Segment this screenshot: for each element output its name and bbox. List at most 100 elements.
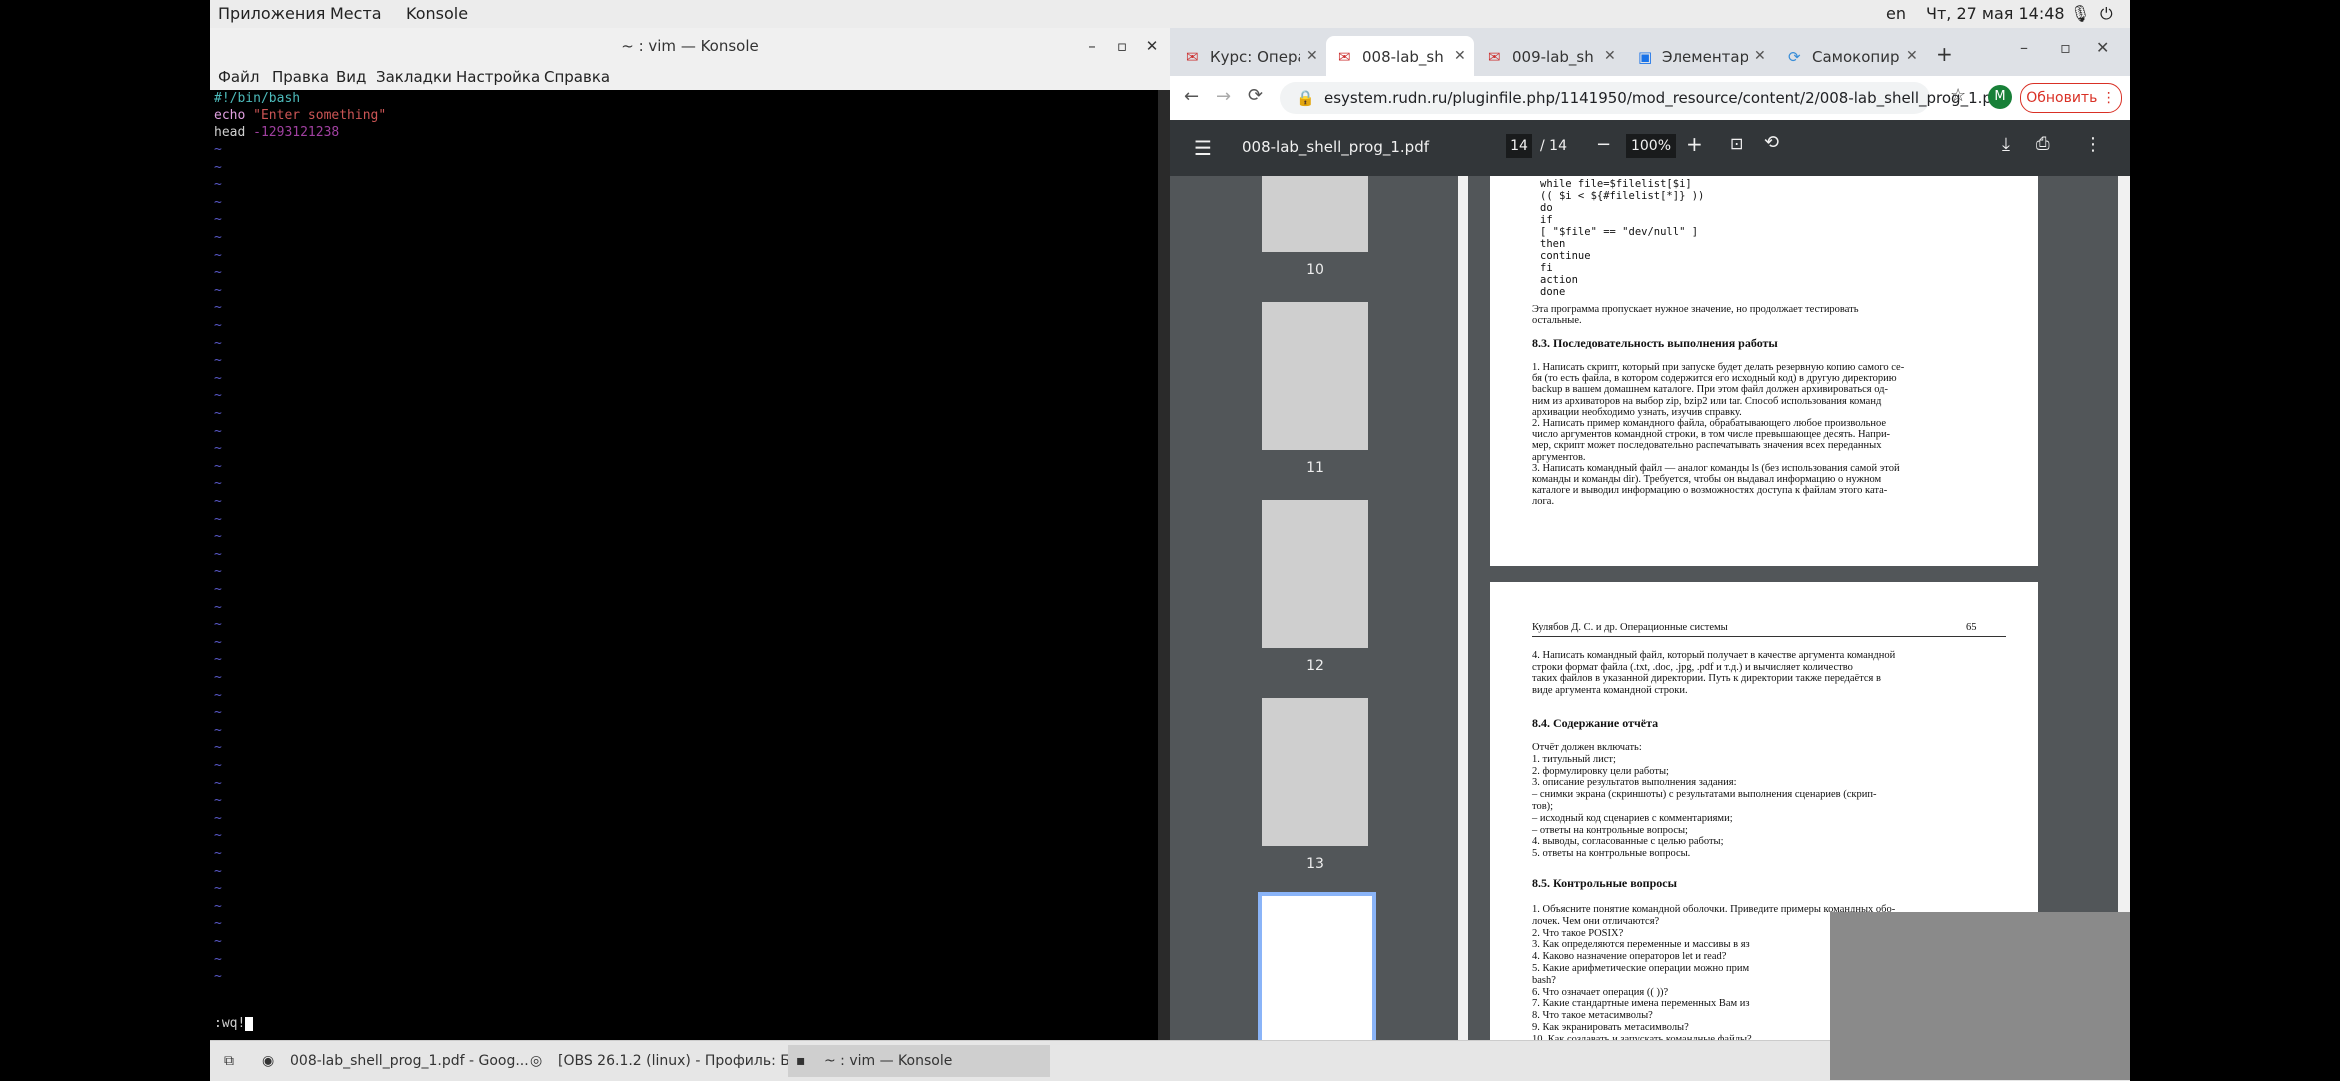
menu-edit[interactable]: Правка: [272, 68, 329, 86]
tilde-marker: ~: [214, 582, 222, 597]
menu-file[interactable]: Файл: [218, 68, 259, 86]
zoom-level[interactable]: 100%: [1626, 134, 1676, 158]
tab-008-lab[interactable]: ✉ 008-lab_sh ✕: [1326, 36, 1474, 76]
thumbnail-14-selected[interactable]: [1258, 892, 1376, 1052]
forward-icon[interactable]: →: [1216, 86, 1231, 107]
reload-icon[interactable]: ⟳: [1248, 85, 1263, 106]
bookmark-star-icon[interactable]: ☆: [1950, 85, 1966, 106]
cursor: [245, 1016, 254, 1031]
avatar[interactable]: M: [1988, 85, 2012, 109]
pdf-text-line: [ "$file" == "dev/null" ]: [1540, 226, 1699, 238]
show-desktop-icon[interactable]: ⧉: [216, 1045, 246, 1077]
pdf-viewer[interactable]: while file=$filelist[$i] (( $i < ${#file…: [1476, 176, 2130, 1040]
pdf-text-line: – исходный код сценариев с комментариями…: [1532, 812, 1733, 824]
lock-icon: 🔒: [1296, 89, 1315, 107]
close-tab-icon[interactable]: ✕: [1906, 48, 1918, 64]
pdf-toolbar: ☰ 008-lab_shell_prog_1.pdf 14 / 14 − 100…: [1170, 120, 2130, 176]
taskbar-item-chrome[interactable]: ◉ 008-lab_shell_prog_1.pdf - Goog...: [254, 1045, 529, 1077]
menu-help[interactable]: Справка: [544, 68, 610, 86]
update-button[interactable]: Обновить ⋮: [2020, 83, 2122, 113]
konsole-window: ~ : vim — Konsole – ▫ ✕ Файл Правка Вид …: [210, 28, 1170, 1040]
pdf-text-line: do: [1540, 202, 1553, 214]
tilde-marker: ~: [214, 951, 222, 967]
tilde-marker: ~: [214, 705, 222, 721]
power-icon[interactable]: ⏻: [2100, 4, 2113, 24]
menu-view[interactable]: Вид: [336, 68, 366, 86]
pdf-text-line: архивации необходимо узнать, изучив спра…: [1532, 406, 1742, 418]
close-icon[interactable]: ✕: [1140, 34, 1164, 58]
more-icon[interactable]: ⋮: [2084, 134, 2102, 155]
fit-page-icon[interactable]: ⊡: [1730, 134, 1743, 153]
print-icon[interactable]: ⎙: [2036, 134, 2050, 154]
moodle-icon: ✉: [1488, 48, 1501, 66]
tab-course[interactable]: ✉ Курс: Опера ✕: [1174, 36, 1324, 76]
pdf-text-line: 2. формулировку цели работы;: [1532, 765, 1669, 777]
pdf-text-line: 7. Какие стандартные имена переменных Ва…: [1532, 998, 1750, 1010]
left-black-border: [0, 0, 210, 1080]
taskbar-item-obs[interactable]: ◎ [OBS 26.1.2 (linux) - Профиль: Без...: [522, 1045, 819, 1077]
terminal-area[interactable]: #!/bin/bash echo "Enter something" head …: [210, 90, 1158, 1040]
pdf-text-line: 8.4. Содержание отчёта: [1532, 716, 1659, 730]
tilde-marker: ~: [214, 194, 222, 210]
thumbnail-13[interactable]: [1262, 698, 1368, 846]
active-app-menu[interactable]: Konsole: [406, 4, 468, 23]
pdf-text-line: виде аргумента командной строки.: [1532, 684, 1688, 696]
maximize-icon[interactable]: ▫: [1110, 34, 1134, 58]
menu-settings[interactable]: Настройка: [456, 68, 540, 86]
pdf-text-line: Кулябов Д. С. и др. Операционные системы: [1532, 622, 1728, 633]
terminal-scrollbar[interactable]: [1158, 90, 1170, 1040]
thumbnail-label: 12: [1306, 658, 1324, 674]
applications-menu[interactable]: Приложения: [218, 4, 325, 23]
pdf-text-line: каталоге и выводил информацию о возможно…: [1532, 485, 1888, 497]
download-icon[interactable]: ⤓: [2002, 134, 2010, 155]
terminal-icon: ▪: [796, 1053, 806, 1069]
tilde-marker: ~: [214, 247, 222, 263]
thumbnail-12[interactable]: [1262, 500, 1368, 648]
tilde-marker: ~: [214, 282, 222, 298]
pdf-text-line: 5. ответы на контрольные вопросы.: [1532, 848, 1691, 860]
new-tab-button[interactable]: +: [1936, 42, 1953, 66]
thumbnail-scrollbar[interactable]: [1458, 176, 1468, 1040]
url-text: esystem.rudn.ru/pluginfile.php/1141950/m…: [1324, 89, 2007, 107]
zoom-out-icon[interactable]: −: [1596, 134, 1611, 155]
tab-selfcopy[interactable]: ⟳ Самокопир ✕: [1776, 36, 1926, 76]
microphone-icon[interactable]: 🎙: [2070, 4, 2090, 23]
pdf-text-line: тов);: [1532, 801, 1554, 812]
pdf-text-line: 5. Какие арифметические операции можно п…: [1532, 963, 1750, 974]
zoom-in-icon[interactable]: +: [1686, 132, 1703, 156]
close-tab-icon[interactable]: ✕: [1754, 48, 1766, 64]
pdf-text-line: таких файлов в указанной директории. Пут…: [1532, 673, 1881, 684]
pdf-text-line: аргументов.: [1532, 451, 1586, 463]
taskbar-item-konsole[interactable]: ▪ ~ : vim — Konsole: [788, 1045, 1050, 1077]
page-number-input[interactable]: 14: [1506, 134, 1532, 158]
close-tab-icon[interactable]: ✕: [1306, 48, 1318, 64]
tilde-marker: ~: [214, 793, 222, 809]
minimize-icon[interactable]: –: [1080, 34, 1104, 58]
tilde-marker: ~: [214, 599, 222, 615]
tilde-marker: ~: [214, 441, 222, 457]
back-icon[interactable]: ←: [1184, 86, 1199, 107]
pdf-text-line: 6. Что означает операция (( ))?: [1532, 986, 1669, 998]
keyboard-layout[interactable]: en: [1886, 4, 1906, 23]
pdf-text-line: 4. Каково назначение операторов let и re…: [1532, 951, 1727, 963]
thumbnail-10[interactable]: [1262, 176, 1368, 252]
close-icon[interactable]: ✕: [2096, 38, 2109, 57]
url-field[interactable]: 🔒 esystem.rudn.ru/pluginfile.php/1141950…: [1280, 82, 2007, 114]
code-line-head: head -1293121238: [214, 124, 339, 141]
tab-elementary[interactable]: ▣ Элементар ✕: [1626, 36, 1774, 76]
menu-icon[interactable]: ☰: [1194, 136, 1212, 160]
maximize-icon[interactable]: ▫: [2060, 38, 2071, 57]
pdf-text-line: 4. Написать командный файл, который полу…: [1532, 650, 1896, 661]
menu-bookmarks[interactable]: Закладки: [376, 68, 452, 86]
tab-009-lab[interactable]: ✉ 009-lab_sh ✕: [1476, 36, 1624, 76]
tilde-marker: ~: [214, 335, 222, 351]
minimize-icon[interactable]: –: [2020, 38, 2028, 57]
places-menu[interactable]: Места: [330, 4, 382, 23]
rotate-icon[interactable]: ⟲: [1764, 132, 1779, 153]
pdf-scrollbar[interactable]: [2118, 176, 2130, 1040]
close-tab-icon[interactable]: ✕: [1604, 48, 1616, 64]
clock[interactable]: Чт, 27 мая 14:48: [1926, 4, 2065, 23]
thumbnail-11[interactable]: [1262, 302, 1368, 450]
close-tab-icon[interactable]: ✕: [1454, 48, 1466, 64]
pdf-text-line: 2. Написать пример командного файла, обр…: [1532, 418, 1887, 429]
